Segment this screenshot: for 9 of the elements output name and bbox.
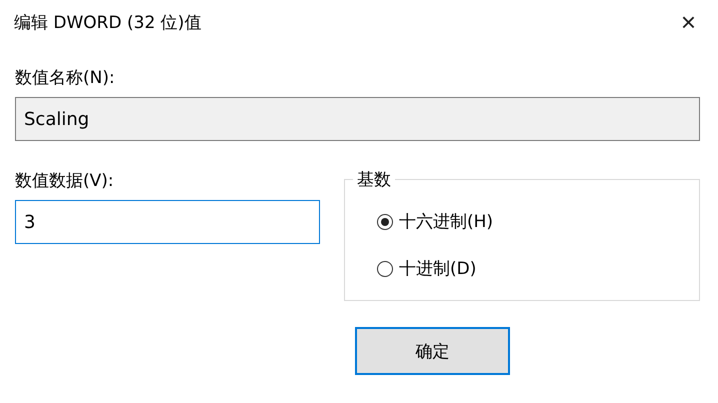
radio-option[interactable]: 十进制(D) bbox=[377, 257, 699, 280]
field-label: 数值数据(V): bbox=[15, 170, 114, 192]
window-title: 编辑 DWORD (32 位)值 bbox=[14, 12, 202, 34]
close-button[interactable]: × bbox=[674, 6, 702, 38]
field-label: 数值名称(N): bbox=[15, 67, 115, 89]
value-name-field[interactable]: Scaling bbox=[15, 97, 700, 141]
radio-option[interactable]: 十六进制(H) bbox=[377, 210, 699, 233]
value-data-field[interactable]: 3 bbox=[15, 200, 320, 244]
ok-button[interactable]: 确定 bbox=[355, 327, 510, 375]
